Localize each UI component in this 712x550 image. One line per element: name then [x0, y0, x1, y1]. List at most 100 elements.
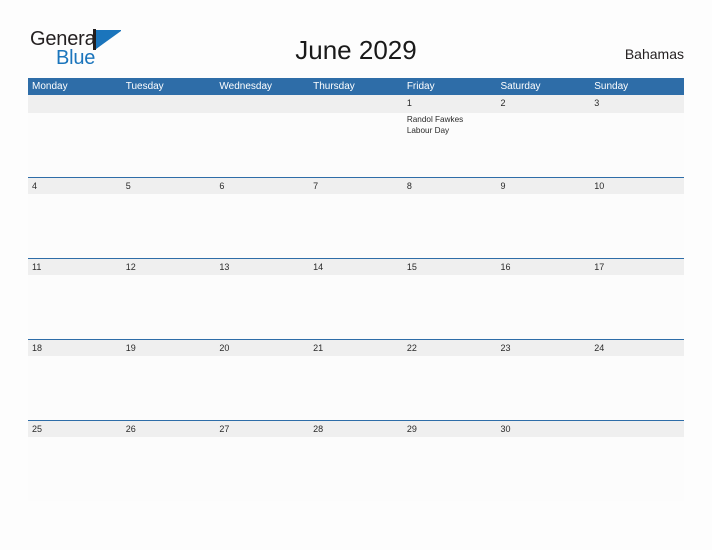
- date-number-5[interactable]: 5: [122, 178, 216, 194]
- day-cell[interactable]: [215, 194, 309, 258]
- date-number-10[interactable]: 10: [590, 178, 684, 194]
- date-number-9[interactable]: 9: [497, 178, 591, 194]
- day-cell[interactable]: [122, 356, 216, 420]
- day-cell[interactable]: [590, 356, 684, 420]
- holiday-event-text: Labour Day: [406, 125, 450, 135]
- week-event-band: [28, 193, 684, 258]
- weekday-header-monday: Monday: [32, 81, 68, 92]
- day-cell[interactable]: [309, 113, 403, 177]
- day-cell[interactable]: [497, 275, 591, 339]
- country-label: Bahamas: [624, 46, 684, 62]
- day-cell[interactable]: [590, 113, 684, 177]
- week-date-band: 11 12 13 14 15 16 17: [28, 257, 684, 275]
- day-cell[interactable]: [590, 275, 684, 339]
- date-number-27[interactable]: 27: [215, 421, 309, 437]
- week-date-band: 4 5 6 7 8 9 10: [28, 176, 684, 194]
- calendar-week-row: 1 2 3 Randol Fawkes Labour Day: [28, 95, 684, 177]
- date-number-23[interactable]: 23: [497, 340, 591, 356]
- date-number-4[interactable]: 4: [28, 178, 122, 194]
- calendar-weeks: 1 2 3 Randol Fawkes Labour Day 4 5 6 7 8 9 10 11 12 13…: [28, 95, 684, 501]
- week-event-band: [28, 274, 684, 339]
- weekday-header-thursday: Thursday: [313, 81, 355, 92]
- weekday-header-row: Monday Tuesday Wednesday Thursday Friday Satu…: [28, 78, 684, 95]
- date-number-empty: [309, 95, 403, 113]
- weekday-header-saturday: Saturday: [500, 81, 541, 92]
- day-cell[interactable]: [403, 356, 497, 420]
- date-number-29[interactable]: 29: [403, 421, 497, 437]
- date-number-13[interactable]: 13: [215, 259, 309, 275]
- week-event-band: [28, 436, 684, 501]
- date-number-8[interactable]: 8: [403, 178, 497, 194]
- week-event-band: [28, 355, 684, 420]
- date-number-11[interactable]: 11: [28, 259, 122, 275]
- date-number-empty: [28, 95, 122, 113]
- day-cell[interactable]: [309, 437, 403, 501]
- day-cell[interactable]: [28, 437, 122, 501]
- day-cell[interactable]: [309, 275, 403, 339]
- day-cell[interactable]: [122, 437, 216, 501]
- day-cell[interactable]: [309, 194, 403, 258]
- weekday-header-wednesday: Wednesday: [219, 81, 273, 92]
- date-number-6[interactable]: 6: [215, 178, 309, 194]
- day-cell[interactable]: [28, 356, 122, 420]
- day-cell[interactable]: [122, 275, 216, 339]
- date-number-2[interactable]: 2: [497, 95, 591, 113]
- day-cell[interactable]: [497, 437, 591, 501]
- day-cell[interactable]: [590, 194, 684, 258]
- date-number-25[interactable]: 25: [28, 421, 122, 437]
- day-cell[interactable]: [215, 356, 309, 420]
- date-number-17[interactable]: 17: [590, 259, 684, 275]
- date-number-3[interactable]: 3: [590, 95, 684, 113]
- day-cell[interactable]: [309, 356, 403, 420]
- date-number-18[interactable]: 18: [28, 340, 122, 356]
- calendar-week-row: 11 12 13 14 15 16 17: [28, 257, 684, 339]
- date-number-22[interactable]: 22: [403, 340, 497, 356]
- day-cell[interactable]: [497, 113, 591, 177]
- date-number-24[interactable]: 24: [590, 340, 684, 356]
- weekday-header-sunday: Sunday: [594, 81, 629, 92]
- date-number-26[interactable]: 26: [122, 421, 216, 437]
- date-number-12[interactable]: 12: [122, 259, 216, 275]
- date-number-7[interactable]: 7: [309, 178, 403, 194]
- day-cell[interactable]: [28, 113, 122, 177]
- weekday-header-friday: Friday: [406, 81, 435, 92]
- day-cell[interactable]: [590, 437, 684, 501]
- day-cell[interactable]: [28, 194, 122, 258]
- day-cell[interactable]: [497, 194, 591, 258]
- date-number-empty: [122, 95, 216, 113]
- day-cell[interactable]: [497, 356, 591, 420]
- page-title: June 2029: [295, 35, 417, 65]
- day-cell[interactable]: [28, 275, 122, 339]
- date-number-20[interactable]: 20: [215, 340, 309, 356]
- day-cell[interactable]: [122, 113, 216, 177]
- day-cell[interactable]: [215, 113, 309, 177]
- calendar-week-row: 18 19 20 21 22 23 24: [28, 338, 684, 420]
- calendar-week-row: 25 26 27 28 29 30: [28, 419, 684, 501]
- calendar-week-row: 4 5 6 7 8 9 10: [28, 176, 684, 258]
- date-number-19[interactable]: 19: [122, 340, 216, 356]
- day-cell[interactable]: [215, 275, 309, 339]
- week-event-band: Randol Fawkes Labour Day: [28, 112, 684, 177]
- holiday-event-text: Randol Fawkes: [406, 114, 464, 124]
- date-number-30[interactable]: 30: [497, 421, 591, 437]
- day-cell[interactable]: Randol Fawkes Labour Day: [403, 113, 497, 177]
- week-date-band: 25 26 27 28 29 30: [28, 419, 684, 437]
- page-header: General Blue June 2029 Bahamas: [0, 0, 712, 78]
- calendar-grid: Monday Tuesday Wednesday Thursday Friday Satu…: [28, 78, 684, 501]
- date-number-empty: [590, 421, 684, 437]
- date-number-16[interactable]: 16: [497, 259, 591, 275]
- date-number-14[interactable]: 14: [309, 259, 403, 275]
- date-number-21[interactable]: 21: [309, 340, 403, 356]
- week-date-band: 18 19 20 21 22 23 24: [28, 338, 684, 356]
- week-date-band: 123: [28, 95, 684, 113]
- day-cell[interactable]: [122, 194, 216, 258]
- date-number-empty: [215, 95, 309, 113]
- date-number-28[interactable]: 28: [309, 421, 403, 437]
- date-number-15[interactable]: 15: [403, 259, 497, 275]
- day-cell[interactable]: [215, 437, 309, 501]
- day-cell[interactable]: [403, 275, 497, 339]
- weekday-header-tuesday: Tuesday: [125, 81, 164, 92]
- date-number-1[interactable]: 1: [403, 95, 497, 113]
- day-cell[interactable]: [403, 194, 497, 258]
- day-cell[interactable]: [403, 437, 497, 501]
